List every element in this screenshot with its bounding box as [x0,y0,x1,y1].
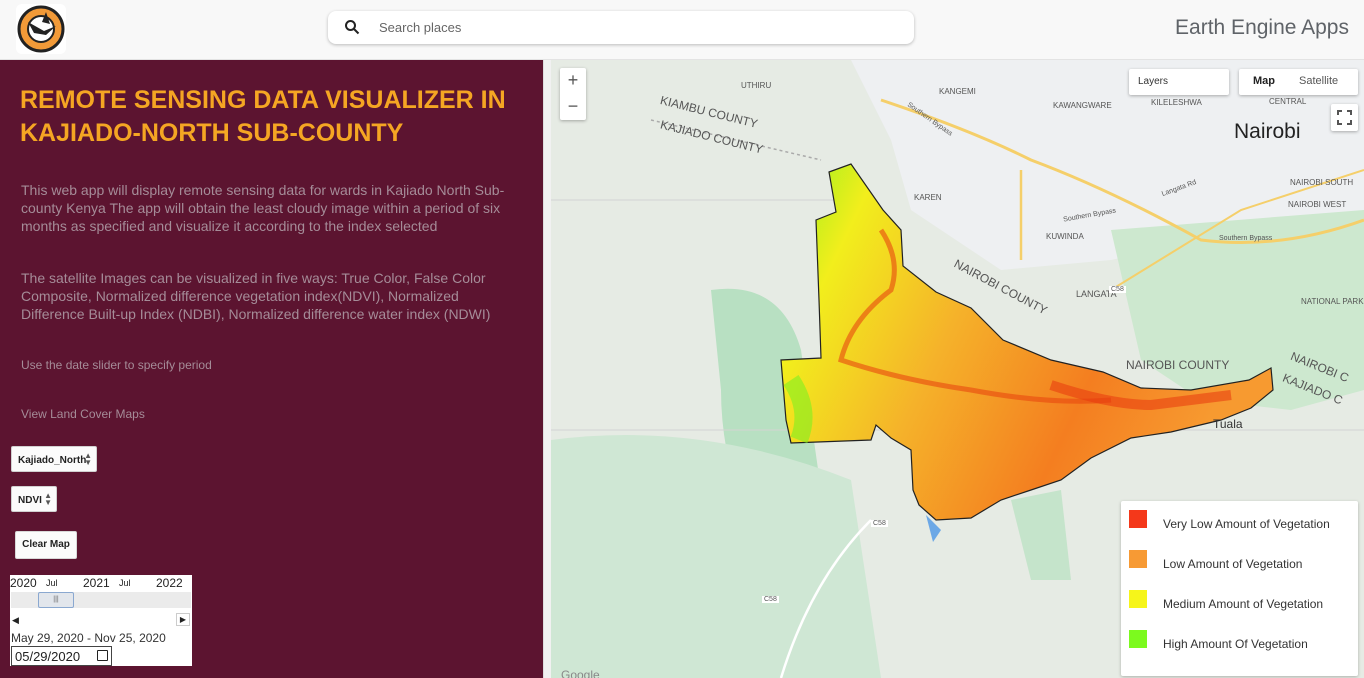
map-label-c58: C58 [1109,286,1126,293]
legend-label: Low Amount of Vegetation [1163,557,1303,571]
panel-splitter[interactable] [543,60,551,678]
search-icon [345,20,360,35]
map-label-nairobi-south: NAIROBI SOUTH [1290,178,1354,187]
slider-label-jul: Jul [119,578,131,588]
fullscreen-icon [1337,110,1352,125]
index-select[interactable]: NDVI ▲ ▼ [11,486,57,512]
search-input[interactable]: Search places [379,20,461,35]
map-label-kawangware: KAWANGWARE [1053,101,1112,110]
map-label-uthiru: UTHIRU [741,81,772,90]
map-label-c58: C58 [871,520,888,527]
slider-left-arrow-icon[interactable]: ◀ [12,615,19,626]
map-label-kileleshwa: KILELESHWA [1151,98,1202,107]
date-slider[interactable]: 2020 Jul 2021 Jul 2022 ||| ◀ ▶ May 29, 2… [10,575,192,666]
map-label-nairobi-west: NAIROBI WEST [1288,200,1347,209]
slider-label-2020: 2020 [10,576,37,590]
description-text: This web app will display remote sensing… [21,182,505,234]
date-input[interactable]: 05/29/2020 [11,646,112,666]
index-select-value: NDVI [18,495,42,506]
calendar-icon[interactable] [97,650,108,661]
map-label-kuwinda: KUWINDA [1046,232,1084,241]
app-title: Earth Engine Apps [1175,16,1349,39]
clear-map-button[interactable]: Clear Map [15,531,77,559]
map-type-control: Map Satellite [1239,69,1358,95]
fullscreen-button[interactable] [1331,104,1358,131]
legend-swatch [1129,590,1147,608]
slider-label-jul: Jul [46,578,58,588]
page-title: REMOTE SENSING DATA VISUALIZER IN KAJIAD… [20,86,506,147]
zoom-in-button[interactable]: + [560,68,586,94]
map-label-nairobi: Nairobi [1234,120,1301,143]
slider-hint-text: Use the date slider to specify period [21,358,212,372]
layers-button[interactable]: Layers [1129,69,1229,95]
region-select-value: Kajiado_North [18,455,87,466]
visualization-info-text: The satellite Images can be visualized i… [21,270,491,322]
zoom-out-button[interactable]: − [560,94,586,120]
map-view[interactable]: KIAMBU COUNTY KAJIADO COUNTY NAIROBI COU… [551,60,1364,678]
map-label-karen: KAREN [914,193,942,202]
app-logo [16,4,66,54]
legend-swatch [1129,630,1147,648]
map-label-nairobi-county: NAIROBI COUNTY [1126,358,1230,372]
legend-swatch [1129,550,1147,568]
map-label-kangemi: KANGEMI [939,87,976,96]
land-cover-link[interactable]: View Land Cover Maps [21,405,526,423]
map-label-southern-bypass: Southern Bypass [1219,235,1273,242]
legend-label: High Amount Of Vegetation [1163,637,1308,651]
date-range-text: May 29, 2020 - Nov 25, 2020 [11,631,166,645]
slider-right-arrow-icon[interactable]: ▶ [176,613,190,626]
map-label-national-park: NATIONAL PARK [1301,297,1364,306]
map-type-map-button[interactable]: Map [1253,75,1275,87]
map-label-c58: C58 [762,596,779,603]
map-type-satellite-button[interactable]: Satellite [1299,75,1338,87]
date-input-value: 05/29/2020 [15,649,81,664]
region-select[interactable]: Kajiado_North ▲ ▼ [11,446,97,472]
top-bar: Search places Earth Engine Apps [0,0,1364,60]
legend-panel: Very Low Amount of Vegetation Low Amount… [1121,501,1358,676]
slider-label-2021: 2021 [83,576,110,590]
zoom-control: + − [560,68,586,120]
slider-handle[interactable]: ||| [38,592,74,608]
google-logo: Google [561,668,600,678]
select-arrows-icon: ▲ ▼ [44,491,52,507]
sidebar-panel: REMOTE SENSING DATA VISUALIZER IN KAJIAD… [0,60,543,678]
legend-label: Medium Amount of Vegetation [1163,597,1324,611]
legend-swatch [1129,510,1147,528]
legend-label: Very Low Amount of Vegetation [1163,517,1330,531]
search-box[interactable]: Search places [328,11,914,44]
slider-label-2022: 2022 [156,576,183,590]
map-label-tuala: Tuala [1213,417,1243,431]
select-arrows-icon: ▲ ▼ [84,451,92,467]
